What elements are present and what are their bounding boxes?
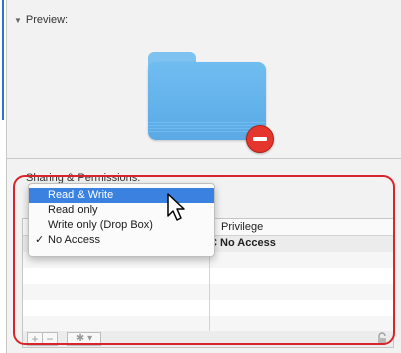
- folder-icon: [148, 52, 266, 140]
- preview-title: Preview:: [25, 14, 69, 26]
- disclosure-triangle-icon[interactable]: ▼: [14, 16, 22, 25]
- section-divider: [7, 158, 401, 159]
- highlight-annotation: [13, 175, 395, 345]
- scroll-accent: [2, 0, 4, 120]
- no-entry-badge-icon: [246, 125, 274, 153]
- preview-section-header[interactable]: ▼ Preview:: [14, 14, 68, 26]
